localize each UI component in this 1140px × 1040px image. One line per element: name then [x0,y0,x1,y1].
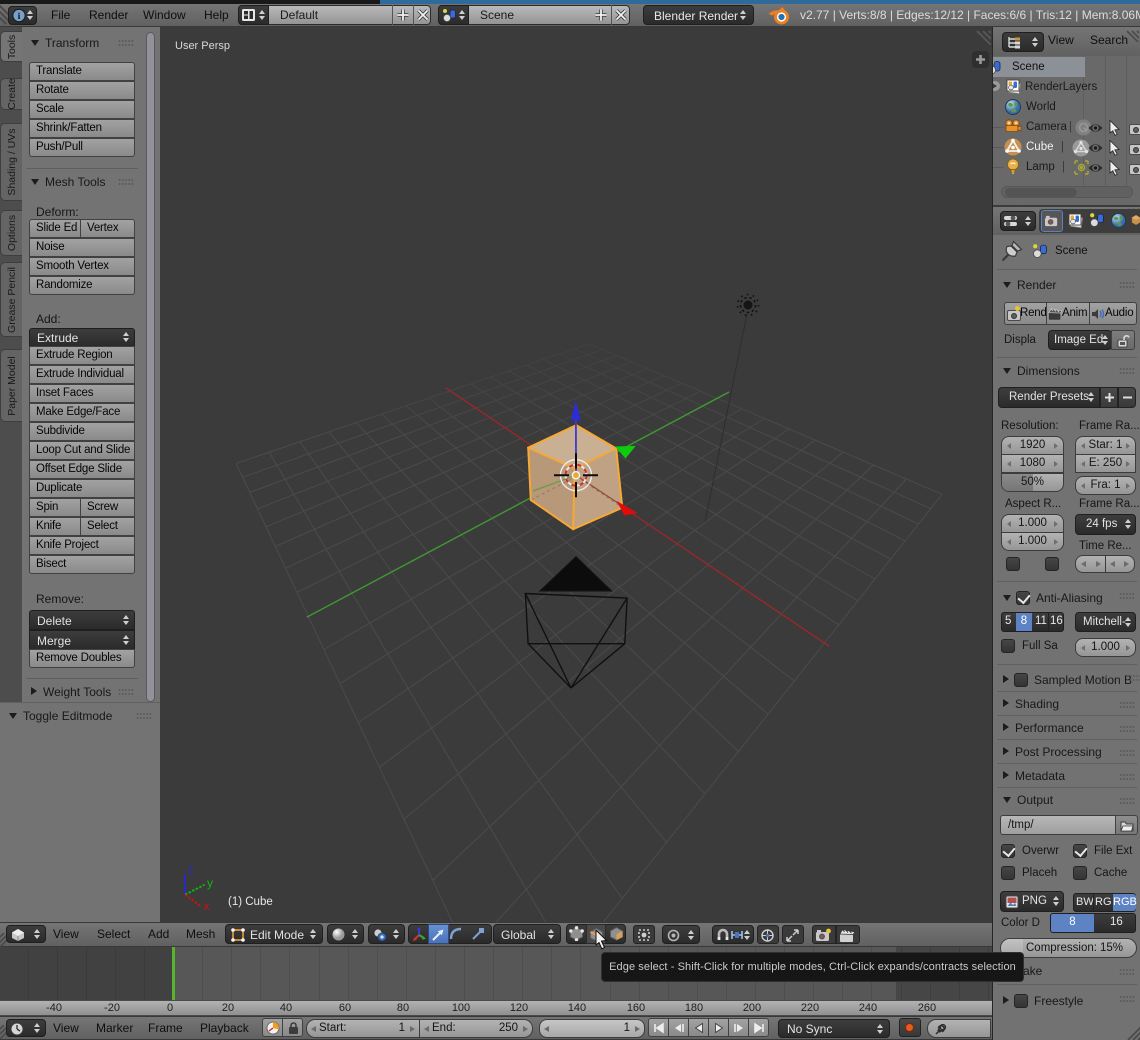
svg-text:z: z [188,862,194,876]
svg-text:x: x [204,899,210,913]
svg-text:i: i [18,11,21,22]
svg-text:y: y [207,876,213,890]
